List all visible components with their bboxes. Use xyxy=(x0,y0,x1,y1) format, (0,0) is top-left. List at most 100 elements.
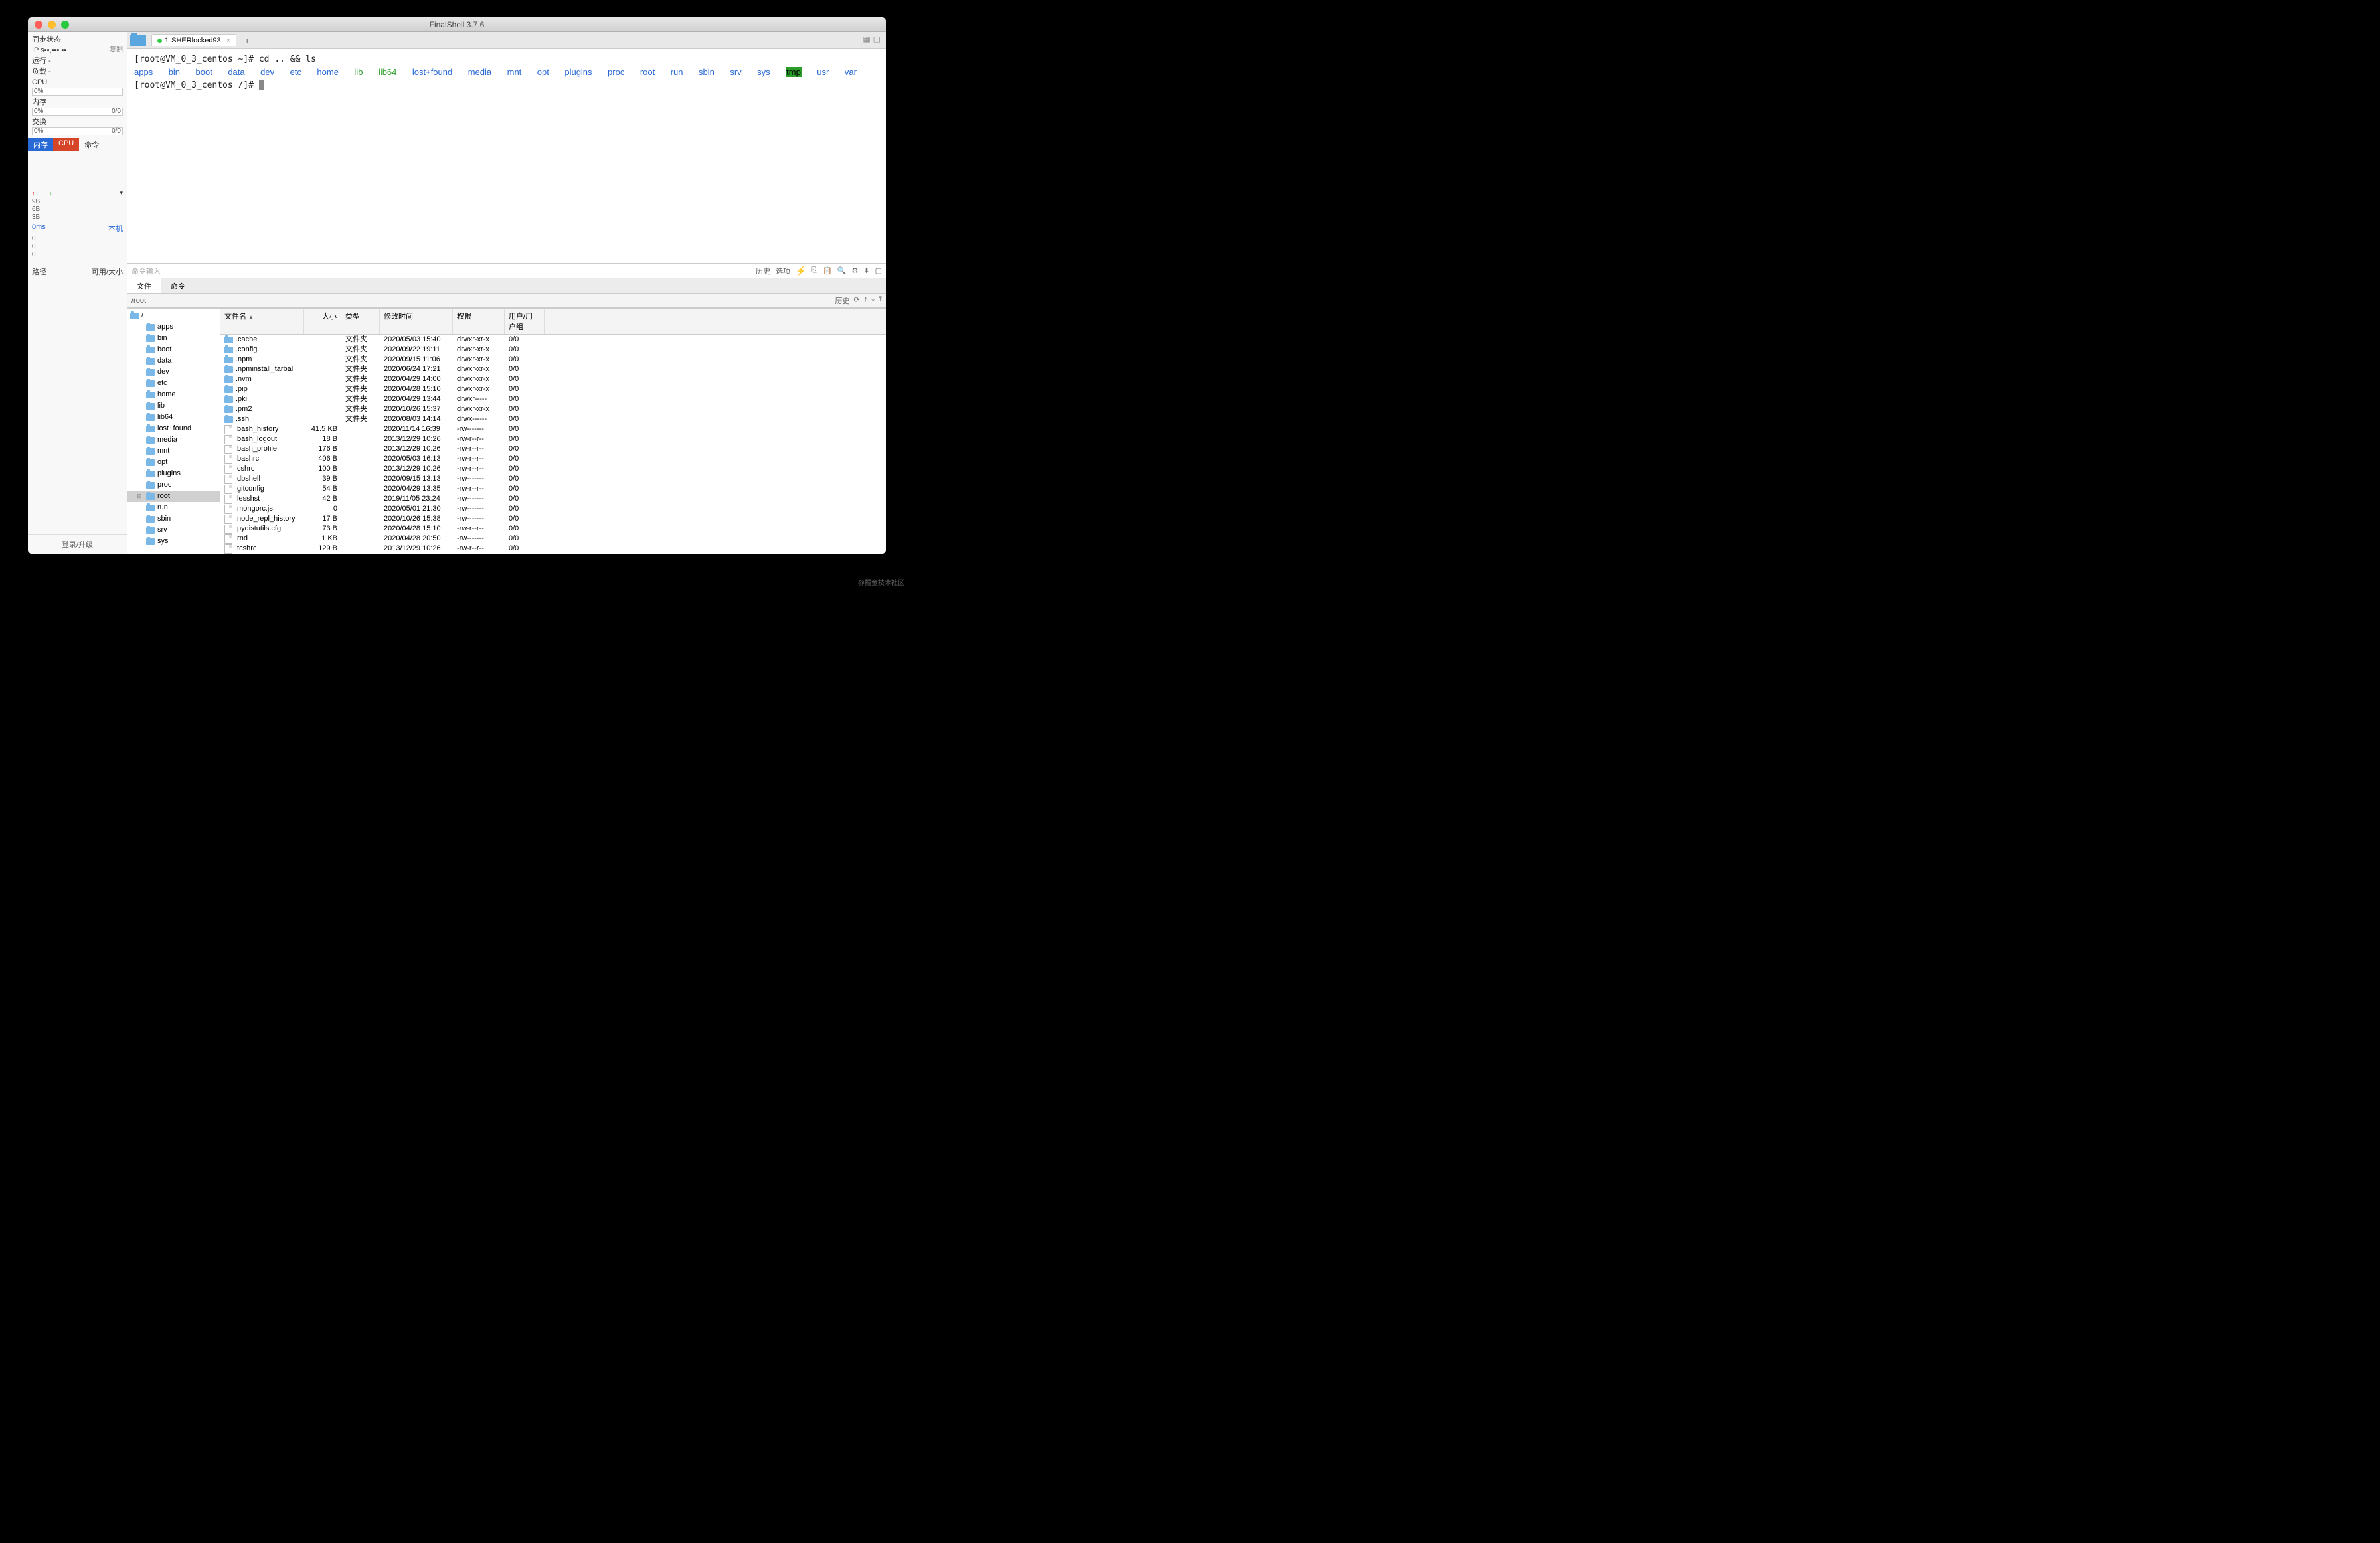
folder-icon xyxy=(224,376,233,383)
path-header: 路径 xyxy=(32,266,46,277)
file-icon xyxy=(224,515,232,524)
run-status: 运行 - xyxy=(32,56,123,66)
file-tab[interactable]: 文件 xyxy=(128,278,161,293)
file-row[interactable]: .dbshell 39 B 2020/09/15 13:13 -rw------… xyxy=(220,474,886,484)
file-row[interactable]: .bash_profile 176 B 2013/12/29 10:26 -rw… xyxy=(220,444,886,454)
tree-item[interactable]: apps xyxy=(128,321,220,333)
tree-item[interactable]: run xyxy=(128,502,220,513)
upload-file-icon[interactable]: ⤒ xyxy=(879,295,882,306)
tab-memory[interactable]: 内存 xyxy=(28,138,53,151)
file-row[interactable]: .bash_history 41.5 KB 2020/11/14 16:39 -… xyxy=(220,424,886,434)
add-tab-button[interactable]: + xyxy=(239,35,255,46)
tree-item[interactable]: mnt xyxy=(128,446,220,457)
folder-icon xyxy=(146,358,155,365)
file-row[interactable]: .pm2 文件夹 2020/10/26 15:37 drwxr-xr-x 0/0 xyxy=(220,404,886,414)
tree-item[interactable]: sbin xyxy=(128,513,220,525)
file-row[interactable]: .ssh 文件夹 2020/08/03 14:14 drwx------ 0/0 xyxy=(220,414,886,424)
tree-item[interactable]: bin xyxy=(128,333,220,344)
tab-name: SHERlocked93 xyxy=(171,37,221,44)
tree-item[interactable]: opt xyxy=(128,457,220,468)
copy-button[interactable]: 复制 xyxy=(110,45,123,56)
download-icon[interactable]: ⬇ xyxy=(863,266,869,275)
col-size[interactable]: 大小 xyxy=(304,309,341,334)
traffic-lights xyxy=(28,21,69,29)
maximize-pane-icon[interactable]: ▢ xyxy=(875,266,882,275)
tree-item[interactable]: srv xyxy=(128,525,220,536)
file-row[interactable]: .gitconfig 54 B 2020/04/29 13:35 -rw-r--… xyxy=(220,484,886,494)
tree-item[interactable]: home xyxy=(128,389,220,400)
maximize-icon[interactable] xyxy=(61,21,69,29)
col-date[interactable]: 修改时间 xyxy=(380,309,453,334)
file-list[interactable]: 文件名 大小 类型 修改时间 权限 用户/用户组 .cache 文件夹 2020… xyxy=(220,309,886,554)
tree-item[interactable]: lib64 xyxy=(128,412,220,423)
file-icon xyxy=(224,525,232,534)
file-row[interactable]: .pki 文件夹 2020/04/29 13:44 drwxr----- 0/0 xyxy=(220,394,886,404)
file-row[interactable]: .nvm 文件夹 2020/04/29 14:00 drwxr-xr-x 0/0 xyxy=(220,374,886,384)
tree-item[interactable]: lib xyxy=(128,400,220,412)
close-tab-icon[interactable]: × xyxy=(226,37,230,44)
tab-command[interactable]: 命令 xyxy=(79,138,104,151)
tree-item[interactable]: data xyxy=(128,355,220,366)
tab-cpu[interactable]: CPU xyxy=(53,138,79,151)
col-perm[interactable]: 权限 xyxy=(453,309,505,334)
bolt-icon[interactable]: ⚡ xyxy=(796,266,806,276)
terminal[interactable]: [root@VM_0_3_centos ~]# cd .. && ls apps… xyxy=(128,49,886,263)
options-button[interactable]: 选项 xyxy=(776,266,790,276)
tree-item[interactable]: media xyxy=(128,434,220,446)
file-row[interactable]: .cshrc 100 B 2013/12/29 10:26 -rw-r--r--… xyxy=(220,464,886,474)
close-icon[interactable] xyxy=(35,21,42,29)
folder-icon xyxy=(130,313,139,319)
tree-item[interactable]: etc xyxy=(128,378,220,389)
up-icon[interactable]: ↑ xyxy=(864,295,868,306)
caret-down-icon[interactable]: ▾ xyxy=(120,189,123,197)
directory-tree[interactable]: /appsbinbootdatadevetchomeliblib64lost+f… xyxy=(128,309,220,554)
tree-item[interactable]: proc xyxy=(128,479,220,491)
file-row[interactable]: .cache 文件夹 2020/05/03 15:40 drwxr-xr-x 0… xyxy=(220,335,886,345)
refresh-icon[interactable]: ⟳ xyxy=(854,295,860,306)
tree-item[interactable]: dev xyxy=(128,366,220,378)
tree-item[interactable]: plugins xyxy=(128,468,220,479)
file-row[interactable]: .lesshst 42 B 2019/11/05 23:24 -rw------… xyxy=(220,494,886,504)
folder-icon xyxy=(146,538,155,545)
gear-icon[interactable]: ⚙ xyxy=(852,266,859,275)
file-row[interactable]: .node_repl_history 17 B 2020/10/26 15:38… xyxy=(220,514,886,524)
tree-item[interactable]: ⊞root xyxy=(128,491,220,502)
minimize-icon[interactable] xyxy=(48,21,56,29)
login-link[interactable]: 登录/升级 xyxy=(28,534,127,554)
paste-icon[interactable]: 📋 xyxy=(823,266,832,275)
file-row[interactable]: .config 文件夹 2020/09/22 19:11 drwxr-xr-x … xyxy=(220,345,886,355)
tree-item[interactable]: lost+found xyxy=(128,423,220,434)
tree-item[interactable]: boot xyxy=(128,344,220,355)
col-name[interactable]: 文件名 xyxy=(220,309,304,334)
grid-view-icon[interactable]: ▦ xyxy=(863,35,870,44)
file-row[interactable]: .pydistutils.cfg 73 B 2020/04/28 15:10 -… xyxy=(220,524,886,534)
col-user[interactable]: 用户/用户组 xyxy=(505,309,545,334)
sidebar-tabs: 内存 CPU 命令 xyxy=(28,138,127,151)
current-path[interactable]: /root xyxy=(131,297,146,305)
tab-index: 1 xyxy=(165,37,169,44)
search-icon[interactable]: 🔍 xyxy=(837,266,847,275)
folder-icon xyxy=(224,357,233,363)
tree-item[interactable]: / xyxy=(128,310,220,321)
session-tab[interactable]: 1 SHERlocked93 × xyxy=(151,34,236,46)
file-row[interactable]: .tcshrc 129 B 2013/12/29 10:26 -rw-r--r-… xyxy=(220,544,886,554)
split-view-icon[interactable]: ◫ xyxy=(873,35,881,44)
file-row[interactable]: .rnd 1 KB 2020/04/28 20:50 -rw------- 0/… xyxy=(220,534,886,544)
file-row[interactable]: .npminstall_tarball 文件夹 2020/06/24 17:21… xyxy=(220,365,886,374)
file-row[interactable]: .bashrc 406 B 2020/05/03 16:13 -rw-r--r-… xyxy=(220,454,886,464)
tree-item[interactable]: sys xyxy=(128,536,220,547)
col-type[interactable]: 类型 xyxy=(341,309,380,334)
copy-icon[interactable]: ⎘ xyxy=(811,266,817,275)
command-tab[interactable]: 命令 xyxy=(161,278,195,293)
file-row[interactable]: .bash_logout 18 B 2013/12/29 10:26 -rw-r… xyxy=(220,434,886,444)
file-row[interactable]: .npm 文件夹 2020/09/15 11:06 drwxr-xr-x 0/0 xyxy=(220,355,886,365)
download-file-icon[interactable]: ⤓ xyxy=(871,295,875,306)
folder-icon xyxy=(146,516,155,523)
path-history-button[interactable]: 历史 xyxy=(835,295,850,306)
folder-icon xyxy=(146,493,155,500)
file-row[interactable]: .pip 文件夹 2020/04/28 15:10 drwxr-xr-x 0/0 xyxy=(220,384,886,394)
history-button[interactable]: 历史 xyxy=(756,266,770,276)
folder-icon[interactable] xyxy=(130,35,146,46)
file-row[interactable]: .mongorc.js 0 2020/05/01 21:30 -rw------… xyxy=(220,504,886,514)
command-input[interactable]: 命令输入 xyxy=(131,266,161,276)
